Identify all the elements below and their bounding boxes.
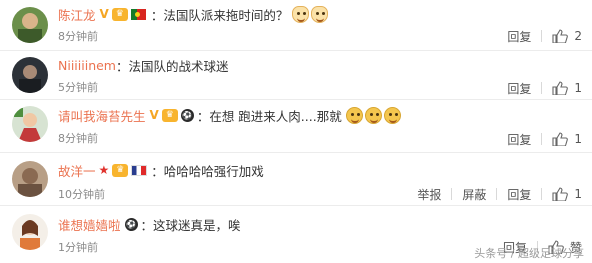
colon: ： (140, 217, 154, 233)
like-button[interactable]: 2 (552, 29, 582, 43)
comment-item: 故洋一 ★ ♛ ： 哈哈哈哈强行加戏 10分钟前 举报 屏蔽 回复 1 (0, 153, 592, 205)
colon: ： (196, 108, 210, 124)
username[interactable]: 请叫我海苔先生 (58, 106, 146, 125)
vip-badge-icon: ♛ (161, 108, 178, 122)
divider (496, 188, 498, 200)
star-icon: ★ (98, 163, 110, 177)
like-count: 1 (574, 187, 582, 201)
thumb-up-icon (552, 187, 569, 201)
comment-actions: 举报 屏蔽 回复 1 (417, 186, 582, 202)
cat-laugh-emoji-icon (311, 5, 329, 23)
like-count: 1 (574, 132, 582, 146)
divider (541, 30, 543, 42)
thumb-up-icon (552, 29, 569, 43)
comment-text: 哈哈哈哈强行加戏 (163, 163, 264, 179)
reply-button[interactable]: 回复 (507, 131, 531, 148)
username[interactable]: Niiiiiinem (58, 58, 116, 73)
comment-item: Niiiiiinem ： 法国队的战术球迷 5分钟前 回复 1 (0, 51, 592, 99)
divider (541, 188, 543, 200)
divider (451, 188, 453, 200)
comment-header: 陈江龙 V ♛ ： 法国队派来拖时间的？ (58, 4, 329, 24)
username[interactable]: 陈江龙 (58, 5, 96, 24)
username[interactable]: 故洋一 (58, 161, 96, 180)
divider (541, 82, 543, 94)
avatar[interactable] (12, 214, 48, 250)
football-icon: ⚽ (180, 108, 194, 122)
thumb-up-icon (552, 132, 569, 146)
timestamp: 1分钟前 (58, 241, 98, 254)
laugh-cry-emoji-icon (383, 106, 401, 124)
comment-text: 这球迷真是，唉 (153, 217, 241, 233)
laugh-cry-emoji-icon (345, 106, 363, 124)
colon: ： (150, 7, 164, 23)
vip-badge-icon: ♛ (112, 163, 129, 177)
comment-item: 陈江龙 V ♛ ： 法国队派来拖时间的？ 8分钟前 回复 2 (0, 0, 592, 50)
timestamp: 8分钟前 (58, 30, 98, 43)
comment-feed: 陈江龙 V ♛ ： 法国队派来拖时间的？ 8分钟前 回复 2 Niiiiiine… (0, 0, 592, 263)
report-button[interactable]: 举报 (417, 186, 441, 203)
cat-laugh-emoji-icon (292, 5, 310, 23)
comment-text: 在想 跑进来人肉....那就 (209, 108, 342, 124)
comment-text: 法国队派来拖时间的？ (163, 7, 289, 23)
avatar[interactable] (12, 106, 48, 142)
like-button[interactable]: 1 (552, 81, 582, 95)
portugal-flag-icon (130, 8, 146, 20)
comment-text: 法国队的战术球迷 (128, 58, 229, 74)
timestamp: 5分钟前 (58, 81, 98, 94)
block-button[interactable]: 屏蔽 (462, 186, 486, 203)
comment-header: Niiiiiinem ： 法国队的战术球迷 (58, 55, 229, 75)
watermark: 头条号 / 超级足球分享 (474, 247, 584, 260)
like-count: 2 (574, 29, 582, 43)
comment-actions: 回复 1 (507, 131, 582, 147)
divider (541, 133, 543, 145)
comment-item: 请叫我海苔先生 V ♛ ⚽ ： 在想 跑进来人肉....那就 8分钟前 回复 1 (0, 100, 592, 152)
vip-badge-icon: ♛ (111, 7, 128, 21)
timestamp: 10分钟前 (58, 188, 105, 201)
reply-button[interactable]: 回复 (507, 28, 531, 45)
avatar[interactable] (12, 161, 48, 197)
verified-icon: V (149, 108, 159, 122)
thumb-up-icon (552, 81, 569, 95)
france-flag-icon (131, 164, 148, 176)
username[interactable]: 谁想嫱嫱啦 (58, 215, 121, 234)
laugh-cry-emoji-icon (364, 106, 382, 124)
like-count: 1 (574, 81, 582, 95)
comment-header: 故洋一 ★ ♛ ： 哈哈哈哈强行加戏 (58, 160, 264, 180)
avatar[interactable] (12, 7, 48, 43)
comment-actions: 回复 1 (507, 80, 582, 96)
football-icon: ⚽ (124, 217, 138, 231)
verified-icon: V (99, 7, 109, 21)
timestamp: 8分钟前 (58, 132, 98, 145)
like-button[interactable]: 1 (552, 187, 582, 201)
comment-actions: 回复 2 (507, 28, 582, 44)
comment-header: 谁想嫱嫱啦 ⚽ ： 这球迷真是，唉 (58, 214, 241, 234)
reply-button[interactable]: 回复 (507, 186, 531, 203)
colon: ： (151, 163, 164, 179)
avatar[interactable] (12, 57, 48, 93)
colon: ： (115, 58, 129, 74)
like-button[interactable]: 1 (552, 132, 582, 146)
reply-button[interactable]: 回复 (507, 80, 531, 97)
comment-header: 请叫我海苔先生 V ♛ ⚽ ： 在想 跑进来人肉....那就 (58, 105, 401, 125)
